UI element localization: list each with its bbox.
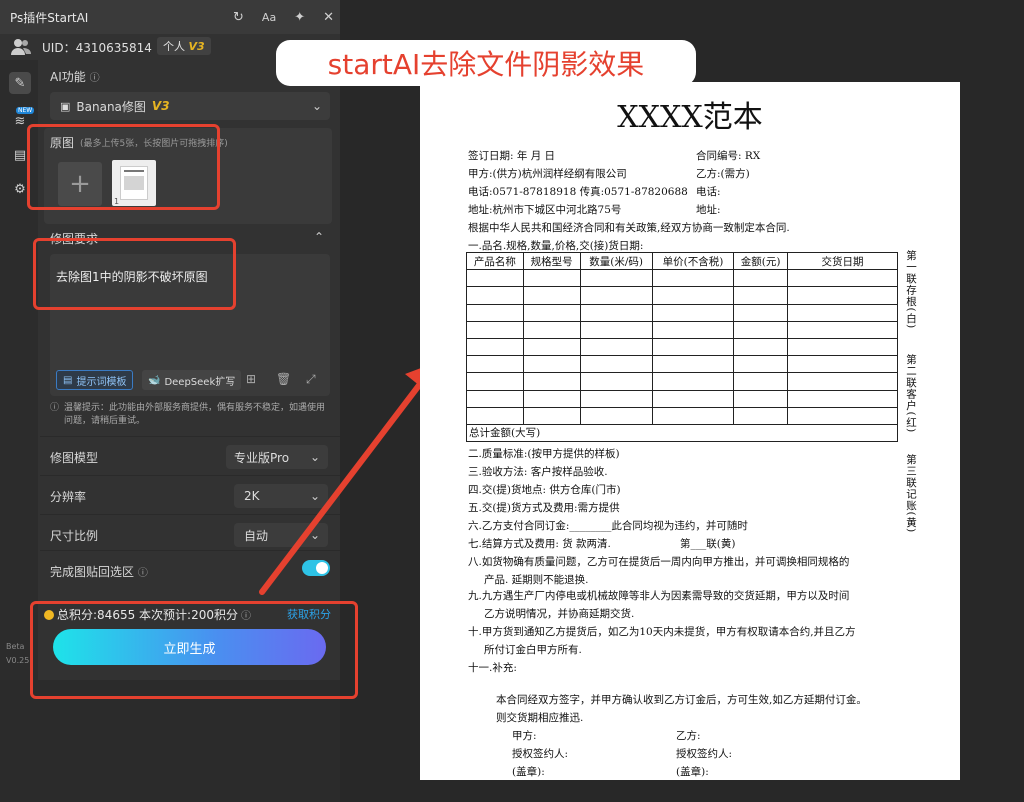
table-row <box>466 269 898 288</box>
side-label: 第二联客户(红) <box>905 354 917 434</box>
table-header: 交货日期 <box>787 251 898 271</box>
doc-line: 地址: <box>696 204 721 216</box>
doc-line: 签订日期: 年 月 日 <box>468 150 556 162</box>
doc-line: 地址:杭州市下城区中河北路75号 <box>468 204 622 216</box>
table-row <box>466 337 898 357</box>
doc-clause: 甲方: <box>512 730 537 742</box>
doc-clause: 三.验收方法: 客户按样品验收. <box>468 466 608 478</box>
doc-clause: 本合同经双方签字，并甲方确认收到乙方订金后，方可生效,如乙方延期付订金。 <box>496 694 867 706</box>
doc-clause: 授权签约人: <box>676 748 733 760</box>
doc-clause: 乙方: <box>676 730 701 742</box>
doc-clause: 八.如货物确有质量问题，乙方可在提货后一周内向甲方推出，并可调换相同规格的 <box>468 556 850 568</box>
table-row <box>466 320 898 339</box>
doc-clause: 第___联(黄) <box>680 538 736 550</box>
doc-clause: 十.甲方货到通知乙方提货后，如乙为10天内未提货，甲方有权取请本合约,并且乙方 <box>468 626 856 638</box>
table-header: 数量(米/码) <box>579 251 653 271</box>
doc-clause: 二.质量标准:(按甲方提供的样板) <box>468 448 620 460</box>
doc-clause: (盖章): <box>512 766 545 778</box>
table-header-row: 产品名称 规格型号 数量(米/码) 单价(不含税) 金额(元) 交货日期 <box>466 251 898 271</box>
table-header: 产品名称 <box>466 251 524 271</box>
doc-clause: 十一.补充: <box>468 662 517 674</box>
table-header: 规格型号 <box>522 251 581 271</box>
table-total: 总计金额(大写) <box>466 423 898 443</box>
product-table: 产品名称 规格型号 数量(米/码) 单价(不含税) 金额(元) 交货日期 总计金… <box>466 251 898 443</box>
table-row <box>466 372 898 391</box>
side-label: 第一联存根(白) <box>905 250 917 330</box>
doc-clause: 则交货期相应推迅. <box>496 712 584 724</box>
doc-clause: 乙方说明情况，并协商延期交货. <box>484 608 635 620</box>
doc-line: 一.品名.规格,数量,价格,交(接)货日期: <box>468 240 644 252</box>
headline: startAI去除文件阴影效果 <box>276 40 696 86</box>
doc-line: 电话: <box>696 186 721 198</box>
doc-title: XXXX范本 <box>617 100 763 135</box>
doc-clause: 所付订金白甲方所有. <box>484 644 582 656</box>
side-label: 第三联记账(黄) <box>905 454 917 534</box>
doc-line: 根据中华人民共和国经济合同和有关政策,经双方协商一致制定本合同. <box>468 222 790 234</box>
doc-clause: 九.九方遇生产厂内停电或机械故障等非人为因素需导致的交货延期，甲方以及时间 <box>468 590 850 602</box>
doc-line: 电话:0571-87818918 传真:0571-87820688 <box>468 186 688 198</box>
table-row <box>466 303 898 322</box>
contract-document: XXXX范本 签订日期: 年 月 日 合同编号: RX 甲方:(供方)杭州润样经… <box>420 82 960 780</box>
table-row <box>466 286 898 305</box>
doc-clause: 五.交(提)货方式及费用:需方提供 <box>468 502 620 514</box>
table-total-row: 总计金额(大写) <box>466 423 898 443</box>
table-row <box>466 389 898 408</box>
doc-clause: 六.乙方支付合同订金:________此合同均视为违约，并可随时 <box>468 520 748 532</box>
table-header: 金额(元) <box>733 251 788 271</box>
doc-line: 甲方:(供方)杭州润样经纲有限公司 <box>468 168 627 180</box>
table-row <box>466 355 898 374</box>
doc-line: 合同编号: RX <box>696 150 761 162</box>
doc-clause: 七.结算方式及费用: 货 款两清. <box>468 538 611 550</box>
doc-clause: 授权签约人: <box>512 748 569 760</box>
doc-clause: 四.交(提)货地点: 供方仓库(门市) <box>468 484 621 496</box>
doc-clause: (盖章): <box>676 766 709 778</box>
doc-clause: 产品. 延期则不能退换. <box>484 574 589 586</box>
doc-line: 乙方:(需方) <box>696 168 750 180</box>
table-row <box>466 406 898 425</box>
table-header: 单价(不含税) <box>651 251 735 271</box>
